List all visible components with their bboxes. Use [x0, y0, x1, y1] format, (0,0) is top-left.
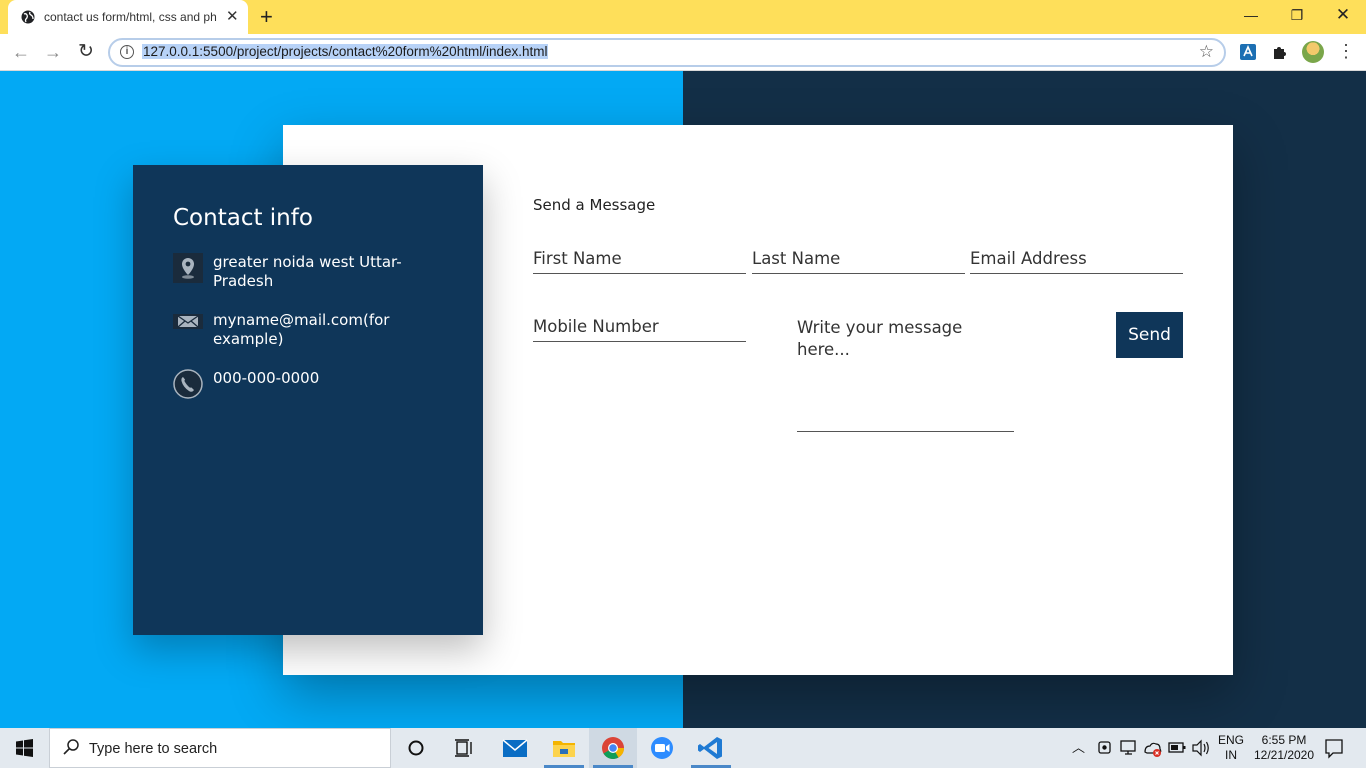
- location-pin-icon: [173, 253, 203, 283]
- search-icon: [63, 739, 79, 755]
- mail-icon: [173, 314, 203, 329]
- send-button[interactable]: Send: [1116, 312, 1183, 358]
- tab-close-icon[interactable]: ✕: [226, 8, 239, 26]
- battery-icon[interactable]: [1165, 728, 1189, 768]
- url-text[interactable]: 127.0.0.1:5500/project/projects/contact%…: [142, 44, 549, 59]
- windows-taskbar: Type here to search ︿ ENG IN 6:55 PM 12/…: [0, 728, 1366, 768]
- page-viewport: Send a Message First Name Last Name Emai…: [0, 71, 1366, 728]
- notifications-icon[interactable]: [1318, 728, 1366, 768]
- restore-button[interactable]: ❐: [1274, 4, 1320, 26]
- profile-avatar[interactable]: [1302, 41, 1324, 63]
- globe-icon: [21, 10, 35, 24]
- chrome-icon: [602, 737, 624, 759]
- tray-chevron-icon[interactable]: ︿: [1072, 740, 1085, 755]
- language-code: ENG: [1217, 733, 1244, 747]
- browser-tabstrip: contact us form/html, css and ph ✕ + — ❐…: [0, 0, 1366, 34]
- search-placeholder: Type here to search: [89, 741, 218, 757]
- message-textarea[interactable]: Write your message here...: [797, 317, 1014, 432]
- windows-start-icon[interactable]: [0, 728, 48, 768]
- input-language[interactable]: ENG IN: [1216, 733, 1246, 763]
- clock-date: 12/21/2020: [1253, 748, 1315, 762]
- new-tab-button[interactable]: +: [260, 4, 273, 30]
- vscode-button[interactable]: [687, 728, 735, 768]
- extensions-puzzle-icon[interactable]: [1271, 43, 1289, 61]
- last-name-field[interactable]: Last Name: [752, 249, 965, 274]
- first-name-placeholder: First Name: [533, 249, 622, 268]
- clock[interactable]: 6:55 PM 12/21/2020: [1246, 733, 1322, 763]
- form-title: Send a Message: [533, 196, 656, 214]
- extension-app-icon[interactable]: [1239, 43, 1257, 61]
- onedrive-error-icon[interactable]: [1141, 728, 1165, 768]
- email-address-placeholder: Email Address: [970, 249, 1087, 268]
- forward-button[interactable]: →: [40, 40, 66, 64]
- taskbar-search-box[interactable]: Type here to search: [49, 728, 391, 768]
- close-window-button[interactable]: ✕: [1320, 4, 1366, 26]
- browser-tab[interactable]: contact us form/html, css and ph ✕: [8, 0, 248, 34]
- vscode-icon: [698, 737, 722, 759]
- file-explorer-button[interactable]: [540, 728, 588, 768]
- menu-kebab-icon[interactable]: ⋮: [1337, 42, 1355, 60]
- message-placeholder: Write your message here...: [797, 318, 963, 359]
- bookmark-star-icon[interactable]: ☆: [1199, 42, 1214, 62]
- contact-info-card: Contact info greater noida west Uttar-Pr…: [133, 165, 483, 635]
- email-text: myname@mail.com(for example): [213, 311, 390, 348]
- mail-app-icon[interactable]: [491, 728, 539, 768]
- file-explorer-icon: [553, 741, 575, 757]
- last-name-placeholder: Last Name: [752, 249, 841, 268]
- task-view-icon[interactable]: [440, 728, 488, 768]
- mobile-number-placeholder: Mobile Number: [533, 317, 659, 336]
- address-text: greater noida west Uttar-Pradesh: [213, 253, 402, 290]
- minimize-button[interactable]: —: [1228, 4, 1274, 26]
- chrome-button[interactable]: [589, 728, 637, 768]
- volume-icon[interactable]: [1189, 728, 1213, 768]
- tray-app-icon[interactable]: [1093, 728, 1117, 768]
- region-code: IN: [1225, 748, 1237, 762]
- email-address-field[interactable]: Email Address: [970, 249, 1183, 274]
- tab-title: contact us form/html, css and ph: [44, 10, 217, 24]
- phone-text: 000-000-0000: [213, 369, 320, 387]
- back-button[interactable]: ←: [8, 40, 34, 64]
- cortana-icon[interactable]: [392, 728, 440, 768]
- phone-icon: [173, 369, 203, 399]
- reload-button[interactable]: ↻: [73, 40, 99, 64]
- zoom-icon[interactable]: [638, 728, 686, 768]
- address-bar[interactable]: i 127.0.0.1:5500/project/projects/contac…: [108, 38, 1226, 67]
- contact-info-title: Contact info: [173, 205, 313, 231]
- first-name-field[interactable]: First Name: [533, 249, 746, 274]
- browser-toolbar: ← → ↻ i 127.0.0.1:5500/project/projects/…: [0, 34, 1366, 71]
- clock-time: 6:55 PM: [1261, 733, 1307, 747]
- mobile-number-field[interactable]: Mobile Number: [533, 317, 746, 342]
- site-info-icon[interactable]: i: [120, 45, 134, 59]
- network-icon[interactable]: [1117, 728, 1141, 768]
